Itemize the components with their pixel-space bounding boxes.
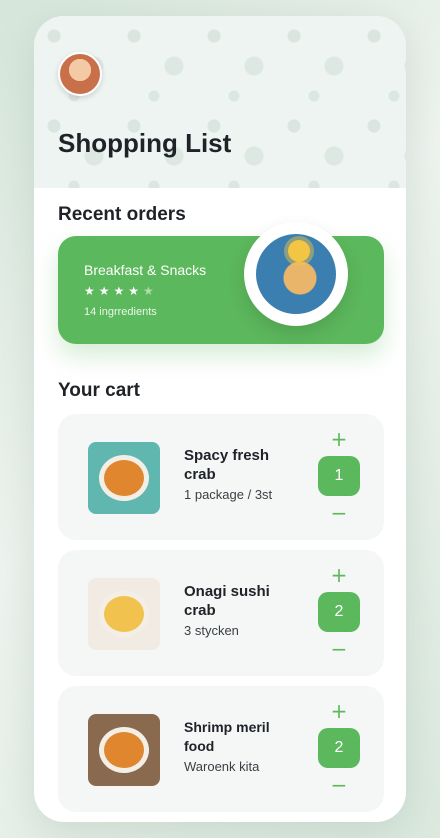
- page-title: Shopping List: [58, 128, 232, 158]
- your-cart-heading: Your cart: [58, 380, 141, 401]
- ingredients-count: 14 ingrredients: [84, 306, 157, 318]
- recent-order-image: [244, 222, 348, 326]
- bowl-image: [104, 732, 144, 768]
- cart-item[interactable]: Shrimp meril food Waroenk kita + 2 −: [58, 686, 384, 812]
- item-subtitle: 1 package / 3st: [184, 487, 273, 502]
- header-pattern: Shopping List: [34, 16, 406, 188]
- quantity-badge[interactable]: 1: [318, 456, 360, 496]
- item-subtitle: 3 stycken: [184, 623, 239, 638]
- plus-icon[interactable]: +: [328, 429, 350, 449]
- cart-item[interactable]: Onagi sushi crab 3 stycken + 2 −: [58, 550, 384, 676]
- bowl-image: [104, 596, 144, 632]
- quantity-badge[interactable]: 2: [318, 728, 360, 768]
- product-thumbnail: [88, 714, 160, 786]
- product-thumbnail: [88, 442, 160, 514]
- avatar[interactable]: [58, 52, 102, 96]
- item-name: Spacy fresh crab: [184, 447, 270, 483]
- item-subtitle: Waroenk kita: [184, 759, 260, 774]
- recent-orders-heading: Recent orders: [58, 204, 186, 225]
- phone-screen: Shopping List Recent orders Breakfast & …: [34, 16, 406, 822]
- rating-stars: ★★★★★: [84, 284, 158, 298]
- item-name: Shrimp meril food: [184, 719, 270, 754]
- sun-decoration: [288, 240, 310, 262]
- star-empty-icon: ★: [143, 284, 158, 298]
- recent-order-title: Breakfast & Snacks: [84, 262, 207, 278]
- plus-icon[interactable]: +: [328, 565, 350, 585]
- minus-icon[interactable]: −: [328, 639, 350, 659]
- minus-icon[interactable]: −: [328, 503, 350, 523]
- quantity-badge[interactable]: 2: [318, 592, 360, 632]
- item-name: Onagi sushi crab: [184, 583, 270, 619]
- minus-icon[interactable]: −: [328, 775, 350, 795]
- plus-icon[interactable]: +: [328, 701, 350, 721]
- star-filled-icon: ★★★★: [84, 284, 144, 298]
- cart-item[interactable]: Spacy fresh crab 1 package / 3st + 1 −: [58, 414, 384, 540]
- product-thumbnail: [88, 578, 160, 650]
- bowl-image: [104, 460, 144, 496]
